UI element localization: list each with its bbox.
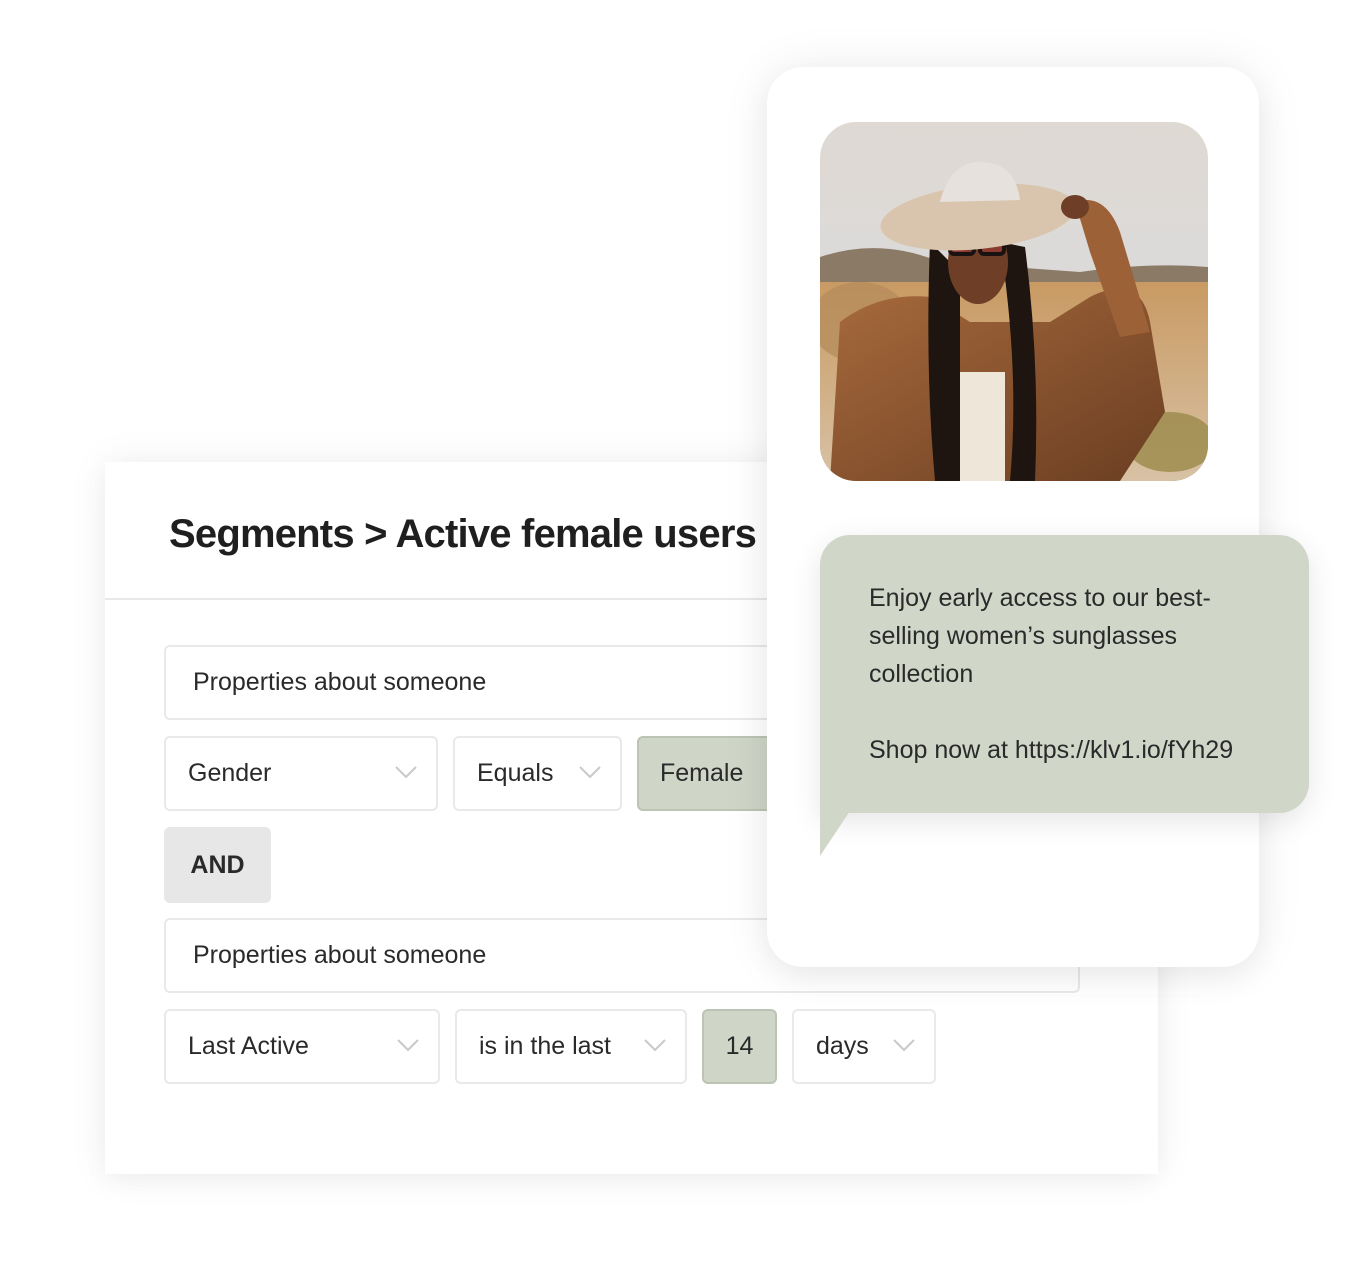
operator-select-in-the-last[interactable]: is in the last [455,1009,687,1084]
and-joiner-chip[interactable]: AND [164,827,271,903]
breadcrumb: Segments > Active female users [169,512,757,556]
operator-label: Equals [477,759,554,787]
operator-select-equals[interactable]: Equals [453,736,622,811]
value-input-days-count[interactable]: 14 [702,1009,777,1084]
operator-label: is in the last [479,1032,612,1060]
condition-group-label: Properties about someone [193,668,487,696]
property-label: Last Active [188,1032,309,1060]
bubble-tail [820,811,850,856]
chevron-down-icon [892,1038,916,1052]
value-label: 14 [725,1032,754,1060]
chevron-down-icon [578,765,602,779]
sms-message-bubble: Enjoy early access to our best-selling w… [820,535,1309,813]
unit-label: days [816,1032,869,1060]
property-label: Gender [188,759,272,787]
preview-image [820,122,1208,481]
condition-group-label: Properties about someone [193,941,487,969]
message-cta-link[interactable]: Shop now at https://klv1.io/fYh29 [869,731,1233,769]
chevron-down-icon [394,765,418,779]
property-select-gender[interactable]: Gender [164,736,438,811]
message-body: Enjoy early access to our best-selling w… [869,584,1211,688]
value-label: Female [660,759,744,787]
preview-photo-illustration [820,122,1208,481]
property-select-last-active[interactable]: Last Active [164,1009,440,1084]
chevron-down-icon [396,1038,420,1052]
chevron-down-icon [643,1038,667,1052]
unit-select-days[interactable]: days [792,1009,936,1084]
